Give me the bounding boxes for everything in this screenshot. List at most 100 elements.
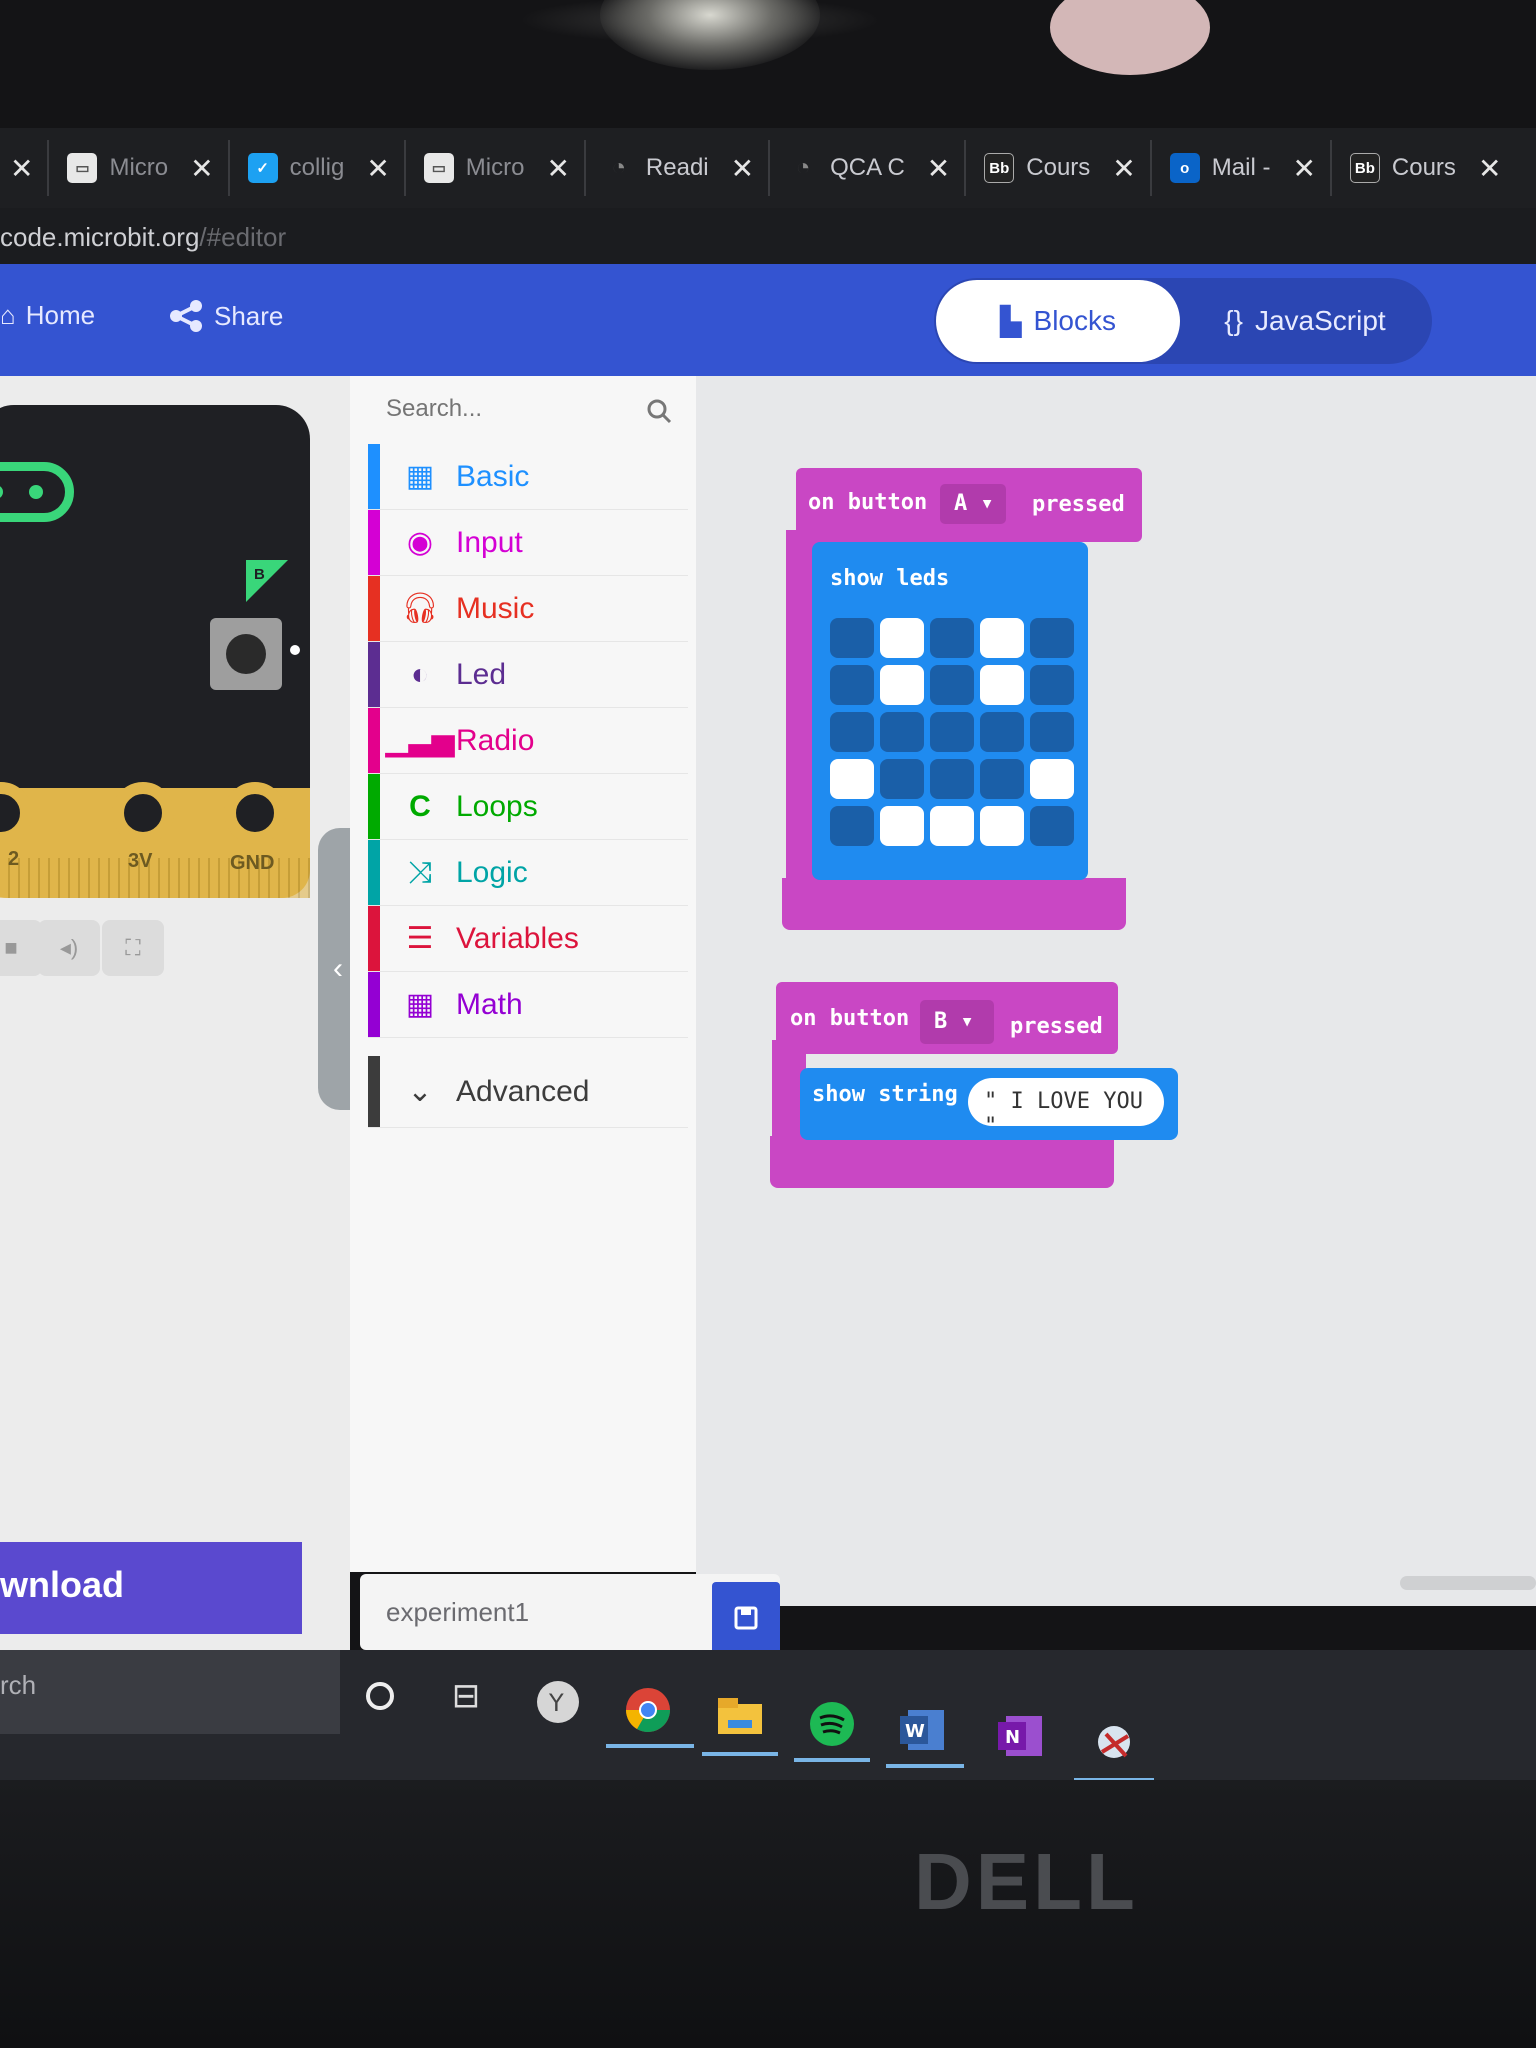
- close-icon[interactable]: ✕: [546, 152, 569, 185]
- button-b-dropdown[interactable]: B ▾: [920, 1000, 994, 1044]
- snipping-tool-icon[interactable]: [1086, 1714, 1146, 1774]
- toolbox-category-music[interactable]: 🎧︎ Music: [368, 576, 688, 642]
- task-view-icon[interactable]: ⊟: [436, 1666, 496, 1726]
- close-icon[interactable]: ✕: [927, 152, 950, 185]
- led-cell[interactable]: [830, 618, 874, 658]
- toolbox-category-led[interactable]: ◐ Led: [368, 642, 688, 708]
- tab-label: collig: [289, 154, 345, 181]
- led-cell[interactable]: [930, 618, 974, 658]
- yahoo-browser-icon[interactable]: Y: [528, 1672, 588, 1732]
- close-icon[interactable]: ✕: [731, 152, 754, 185]
- blackboard-icon: Bb: [1349, 153, 1380, 183]
- browser-tab[interactable]: Bb Cours ✕: [1332, 140, 1516, 196]
- close-icon[interactable]: ✕: [1292, 152, 1315, 185]
- led-cell[interactable]: [980, 712, 1024, 752]
- onenote-icon[interactable]: N: [990, 1706, 1050, 1766]
- share-button[interactable]: Share: [168, 300, 283, 332]
- toolbox-category-loops[interactable]: C Loops: [368, 774, 688, 840]
- browser-tab[interactable]: ▭ Micro ✕: [406, 140, 586, 196]
- led-cell[interactable]: [880, 618, 924, 658]
- spotify-icon[interactable]: [802, 1694, 862, 1754]
- horizontal-scrollbar[interactable]: [1400, 1576, 1536, 1590]
- led-cell[interactable]: [1030, 665, 1074, 705]
- led-cell[interactable]: [880, 665, 924, 705]
- led-cell[interactable]: [980, 806, 1024, 846]
- block-foot: [782, 878, 1126, 930]
- close-icon[interactable]: ✕: [1478, 152, 1501, 185]
- led-grid[interactable]: [830, 618, 1082, 854]
- chrome-icon[interactable]: [618, 1680, 678, 1740]
- led-cell[interactable]: [880, 759, 924, 799]
- browser-tab[interactable]: ◔ QCA C ✕: [770, 140, 967, 196]
- led-cell[interactable]: [1030, 618, 1074, 658]
- search-input[interactable]: [386, 388, 686, 430]
- pin-3v[interactable]: [112, 782, 174, 844]
- pin-gnd[interactable]: [224, 782, 286, 844]
- toolbox-category-advanced[interactable]: ⌄ Advanced: [368, 1056, 688, 1128]
- toolbox-category-radio[interactable]: ▁▃▅ Radio: [368, 708, 688, 774]
- svg-text:W: W: [905, 1721, 925, 1742]
- led-cell[interactable]: [830, 665, 874, 705]
- close-icon[interactable]: ✕: [10, 152, 33, 185]
- led-cell[interactable]: [1030, 712, 1074, 752]
- browser-tab[interactable]: ▭ Micro ✕: [49, 140, 230, 196]
- chevron-down-icon: ⌄: [407, 1075, 433, 1108]
- toolbox-category-basic[interactable]: ▦ Basic: [368, 444, 688, 510]
- save-button[interactable]: [712, 1582, 780, 1654]
- browser-tab[interactable]: Bb Cours ✕: [966, 140, 1152, 196]
- toolbox-category-input[interactable]: ◉ Input: [368, 510, 688, 576]
- active-app-indicator: [606, 1744, 694, 1748]
- led-cell[interactable]: [980, 665, 1024, 705]
- led-cell[interactable]: [980, 618, 1024, 658]
- category-label: Led: [456, 657, 507, 691]
- button-b-cap[interactable]: [226, 634, 266, 674]
- stop-icon[interactable]: ■: [0, 920, 42, 976]
- string-value-field[interactable]: " I LOVE YOU ": [968, 1078, 1164, 1139]
- led-cell[interactable]: [830, 806, 874, 846]
- blocks-tab[interactable]: ▙ Blocks: [936, 280, 1180, 362]
- download-button[interactable]: wnload: [0, 1542, 302, 1634]
- javascript-tab[interactable]: {} JavaScript: [1180, 280, 1430, 362]
- browser-tab[interactable]: o Mail - ✕: [1152, 140, 1332, 196]
- block-text: on button: [790, 1006, 910, 1031]
- led-cell[interactable]: [830, 712, 874, 752]
- tab-label: Cours: [1391, 154, 1456, 181]
- mute-icon[interactable]: ◂): [38, 920, 100, 976]
- home-button[interactable]: ⌂ Home: [0, 300, 95, 331]
- led-cell[interactable]: [880, 806, 924, 846]
- led-cell[interactable]: [1030, 759, 1074, 799]
- calculator-icon: ▦: [405, 988, 435, 1021]
- led-cell[interactable]: [980, 759, 1024, 799]
- led-cell[interactable]: [930, 665, 974, 705]
- led-cell[interactable]: [930, 712, 974, 752]
- browser-tab[interactable]: ◔ Readi ✕: [586, 140, 771, 196]
- search-icon[interactable]: [646, 398, 672, 424]
- loading-icon: ◔: [611, 154, 627, 181]
- tab-label: Cours: [1026, 154, 1091, 181]
- toolbox-category-variables[interactable]: ☰ Variables: [368, 906, 688, 972]
- file-explorer-icon[interactable]: [710, 1686, 770, 1746]
- close-icon[interactable]: ✕: [366, 152, 389, 185]
- block-text: show string: [812, 1082, 958, 1107]
- loop-icon: C: [409, 789, 431, 823]
- led-cell[interactable]: [930, 806, 974, 846]
- category-label: Basic: [456, 459, 530, 493]
- toolbox-category-math[interactable]: ▦ Math: [368, 972, 688, 1038]
- cortana-icon[interactable]: [350, 1666, 410, 1726]
- close-icon[interactable]: ✕: [1112, 152, 1135, 185]
- fullscreen-icon[interactable]: ⛶: [102, 920, 164, 976]
- address-bar[interactable]: code.microbit.org/#editor: [0, 208, 1536, 264]
- word-icon[interactable]: W: [892, 1700, 952, 1760]
- close-icon[interactable]: ✕: [190, 152, 213, 185]
- led-cell[interactable]: [1030, 806, 1074, 846]
- led-cell[interactable]: [930, 759, 974, 799]
- led-cell[interactable]: [830, 759, 874, 799]
- toolbox-category-logic[interactable]: ⤨ Logic: [368, 840, 688, 906]
- project-name-input[interactable]: [386, 1582, 706, 1642]
- button-a-dropdown[interactable]: A ▾: [940, 484, 1006, 524]
- browser-tab-partial[interactable]: ✕: [0, 140, 50, 196]
- taskbar-search[interactable]: rch: [0, 1650, 340, 1734]
- led-cell[interactable]: [880, 712, 924, 752]
- browser-tab-strip: ✕ ▭ Micro ✕ ✓ collig ✕ ▭ Micro ✕ ◔ Readi…: [0, 128, 1536, 208]
- browser-tab[interactable]: ✓ collig ✕: [230, 140, 406, 196]
